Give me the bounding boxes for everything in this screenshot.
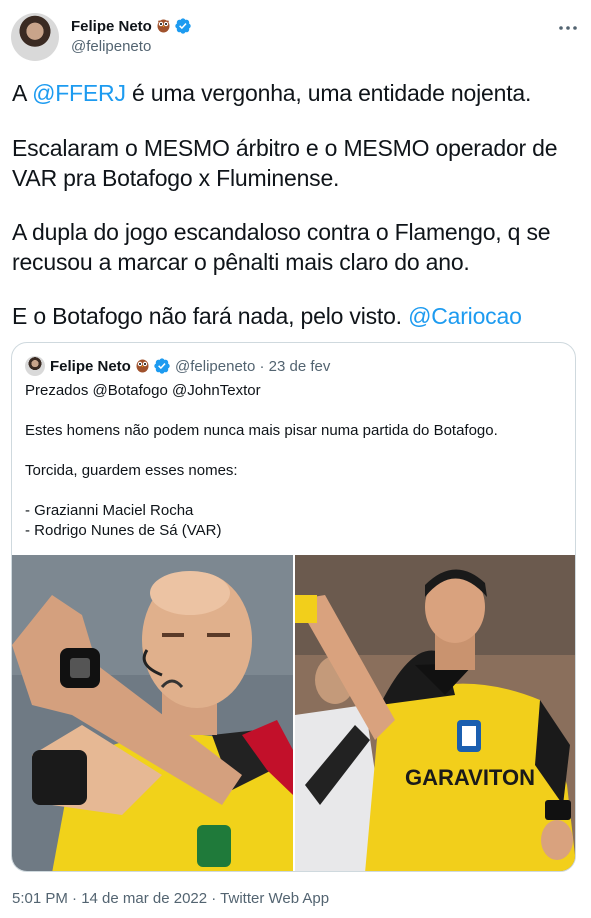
verified-badge-icon (175, 18, 191, 34)
more-options-icon[interactable] (556, 18, 580, 38)
tweet-text-line-6: E o Botafogo não fará nada, pelo visto. … (12, 303, 522, 329)
referee-bald-illustration (12, 555, 293, 871)
owl-emoji-icon (157, 19, 170, 33)
owl-emoji-icon (136, 359, 149, 373)
tweet-text-line-5: recusou a marcar o pênalti mais claro do… (12, 249, 470, 275)
referee-photo-right[interactable]: GARAVITON (295, 555, 575, 871)
quote-text-line-2: Estes homens não podem nunca mais pisar … (25, 422, 498, 439)
quote-author-name: Felipe Neto (50, 358, 131, 375)
tweet-text-line-3: VAR pra Botafogo x Fluminense. (12, 165, 340, 191)
referee-photo-left[interactable] (12, 555, 293, 871)
tweet-text-line-2: Escalaram o MESMO árbitro e o MESMO oper… (12, 135, 558, 161)
tweet-text-line-4: A dupla do jogo escandaloso contra o Fla… (12, 219, 551, 245)
author-handle[interactable]: @felipeneto (71, 38, 151, 55)
quote-text-line-4: - Grazianni Maciel Rocha (25, 502, 194, 519)
tweet-text-line-1: A @FFERJ é uma vergonha, uma entidade no… (12, 80, 532, 106)
tweet-timestamp[interactable]: 5:01 PM · 14 de mar de 2022 · Twitter We… (12, 890, 329, 907)
quote-text-line-3: Torcida, guardem esses nomes: (25, 462, 238, 479)
verified-badge-icon (154, 358, 170, 374)
mention-cariocao-link[interactable]: @Cariocao (408, 303, 522, 329)
author-avatar[interactable] (11, 13, 59, 61)
quote-text-line-5: - Rodrigo Nunes de Sá (VAR) (25, 522, 222, 539)
quote-author-handle: @felipeneto (175, 358, 256, 375)
quote-date: · 23 de fev (259, 358, 331, 375)
quoted-tweet-card[interactable]: Felipe Neto @felipeneto · 23 de fev Prez… (11, 342, 576, 872)
author-name[interactable]: Felipe Neto (71, 18, 152, 35)
mention-fferj-link[interactable]: @FFERJ (32, 80, 126, 106)
quote-author-row: Felipe Neto @felipeneto · 23 de fev (50, 357, 330, 375)
author-name-row[interactable]: Felipe Neto (71, 17, 192, 35)
quote-text-line-1: Prezados @Botafogo @JohnTextor (25, 382, 261, 399)
sponsor-text: GARAVITON (405, 765, 535, 790)
quote-author-avatar (25, 356, 45, 376)
referee-dark-hair-illustration: GARAVITON (295, 555, 575, 871)
